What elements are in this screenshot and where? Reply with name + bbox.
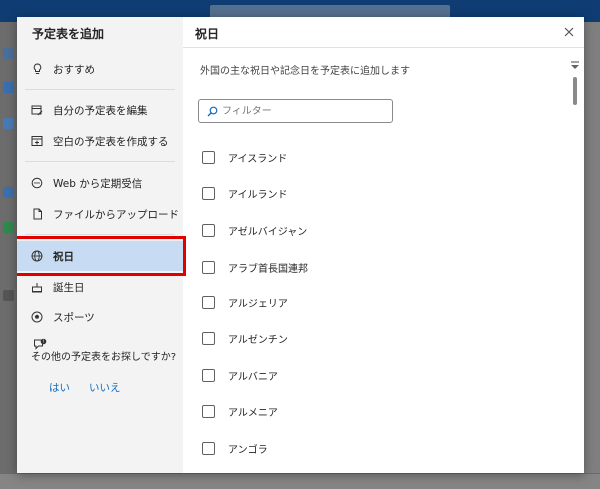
nav-item-label: 誕生日 (53, 281, 85, 294)
nav-item-recommended[interactable]: おすすめ (17, 54, 183, 84)
file-upload-icon (31, 208, 43, 220)
scroll-up-arrow-icon[interactable] (568, 57, 582, 76)
dialog-content-pane: 祝日 外国の主な祝日や記念日を予定表に追加します アイスランド アイルランド ア… (183, 17, 584, 473)
header-divider (183, 47, 584, 48)
country-label: アイスランド (228, 153, 288, 165)
nav-item-label: Web から定期受信 (53, 177, 143, 190)
lightbulb-icon (31, 63, 43, 75)
add-calendar-dialog: 予定表を追加 おすすめ 自分の予定表を編集 空白の予定表を作成する Web から… (17, 17, 584, 473)
sports-icon (31, 311, 43, 323)
country-label: アルメニア (228, 407, 278, 419)
country-item-angola[interactable]: アンゴラ (202, 438, 268, 458)
nav-item-label: 空白の予定表を作成する (53, 135, 169, 148)
country-checkbox[interactable] (202, 404, 215, 418)
country-label: アルジェリア (228, 298, 288, 310)
country-label: アルバニア (228, 371, 278, 383)
calendar-edit-icon (31, 104, 43, 116)
background-app-footer (0, 473, 600, 489)
nav-item-label: スポーツ (53, 311, 95, 324)
country-item-azerbaijan[interactable]: アゼルバイジャン (202, 220, 307, 240)
calendar-add-icon (31, 135, 43, 147)
country-item-iceland[interactable]: アイスランド (202, 147, 287, 167)
country-item-armenia[interactable]: アルメニア (202, 401, 278, 421)
nav-item-create-blank-calendar[interactable]: 空白の予定表を作成する (17, 126, 183, 156)
country-label: アラブ首長国連邦 (228, 263, 308, 275)
nav-divider (25, 161, 175, 162)
nav-item-subscribe-from-web[interactable]: Web から定期受信 (17, 168, 183, 198)
country-item-algeria[interactable]: アルジェリア (202, 292, 288, 312)
nav-item-birthdays[interactable]: 誕生日 (17, 272, 183, 302)
country-label: アンゴラ (228, 444, 268, 456)
web-subscribe-icon (31, 177, 43, 189)
selection-highlight-box (17, 236, 186, 276)
country-checkbox[interactable] (202, 150, 215, 164)
background-rail-icon (3, 48, 14, 59)
country-checkbox[interactable] (202, 368, 215, 382)
nav-divider (25, 89, 175, 90)
filter-field[interactable] (198, 99, 393, 123)
country-checkbox[interactable] (202, 223, 215, 237)
background-rail-icon (3, 187, 14, 198)
search-icon (207, 102, 218, 121)
country-checkbox[interactable] (202, 441, 215, 455)
scrollbar-thumb[interactable] (573, 77, 577, 105)
country-label: アイルランド (228, 189, 288, 201)
country-label: アゼルバイジャン (228, 226, 308, 238)
close-icon (564, 27, 574, 37)
nav-item-label: 自分の予定表を編集 (53, 104, 148, 117)
background-rail-icon (3, 290, 14, 301)
more-calendars-question: その他の予定表をお探しですか? (31, 352, 177, 363)
filter-input[interactable] (222, 105, 382, 117)
yes-link[interactable]: はい (49, 380, 70, 395)
svg-text:!: ! (43, 339, 45, 345)
nav-item-upload-from-file[interactable]: ファイルからアップロード (17, 199, 183, 229)
country-item-argentina[interactable]: アルゼンチン (202, 328, 288, 348)
background-rail-icon (3, 118, 14, 129)
dialog-title: 予定表を追加 (32, 27, 105, 41)
nav-divider (25, 234, 175, 235)
country-item-albania[interactable]: アルバニア (202, 365, 278, 385)
nav-item-sports[interactable]: スポーツ (17, 302, 183, 332)
country-checkbox[interactable] (202, 295, 215, 309)
content-title: 祝日 (195, 27, 220, 41)
background-app-right-pane (584, 22, 600, 489)
no-link[interactable]: いいえ (89, 380, 121, 395)
cake-icon (31, 281, 43, 293)
holidays-description: 外国の主な祝日や記念日を予定表に追加します (200, 66, 410, 77)
background-rail-icon (3, 82, 14, 93)
country-checkbox[interactable] (202, 331, 215, 345)
background-rail-icon (3, 222, 14, 233)
country-item-uae[interactable]: アラブ首長国連邦 (202, 257, 308, 277)
nav-item-edit-my-calendars[interactable]: 自分の予定表を編集 (17, 95, 183, 125)
country-item-ireland[interactable]: アイルランド (202, 183, 288, 203)
background-app-rail (0, 22, 18, 489)
country-checkbox[interactable] (202, 260, 215, 274)
nav-item-label: おすすめ (53, 63, 95, 76)
nav-item-label: ファイルからアップロード (53, 208, 179, 221)
country-label: アルゼンチン (228, 334, 288, 346)
close-button[interactable] (561, 24, 577, 40)
country-checkbox[interactable] (202, 186, 215, 200)
